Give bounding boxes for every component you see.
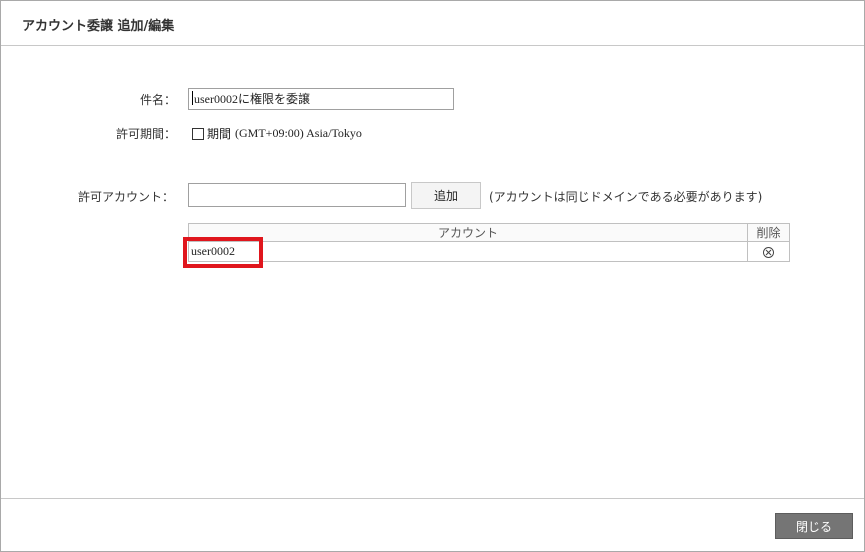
text-cursor (192, 91, 193, 105)
column-header-account: アカウント (187, 223, 749, 242)
period-checkbox[interactable] (192, 127, 204, 140)
period-checkbox-label[interactable]: 期間 (207, 125, 231, 142)
dialog-header: アカウント委譲 追加/編集 (1, 1, 864, 46)
account-delegation-dialog: アカウント委譲 追加/編集 件名： user0002に権限を委譲 許可期間： 期… (0, 0, 865, 552)
add-button[interactable]: 追加 (411, 182, 481, 209)
circle-x-icon[interactable] (763, 246, 775, 258)
allowed-account-input[interactable] (188, 183, 406, 207)
subject-label: 件名： (139, 93, 176, 107)
dialog-footer (1, 498, 864, 551)
subject-input[interactable]: user0002に権限を委譲 (188, 88, 454, 110)
timezone-text: (GMT+09:00) Asia/Tokyo (235, 126, 362, 140)
table-row: user0002 (187, 241, 790, 262)
close-button[interactable]: 閉じる (775, 513, 853, 539)
period-row: 期間 (GMT+09:00) Asia/Tokyo (192, 125, 362, 142)
domain-note: (アカウントは同じドメインである必要があります) (489, 190, 763, 204)
column-header-delete: 削除 (747, 223, 790, 242)
account-cell: user0002 (187, 241, 749, 262)
accounts-table: アカウント 削除 user0002 (187, 223, 790, 262)
dialog-title: アカウント委譲 追加/編集 (22, 19, 175, 34)
subject-value: user0002に権限を委譲 (194, 92, 310, 106)
period-label: 許可期間： (115, 127, 176, 141)
table-header-row: アカウント 削除 (187, 223, 790, 242)
allowed-account-label: 許可アカウント： (77, 190, 174, 204)
delete-cell (747, 241, 790, 262)
